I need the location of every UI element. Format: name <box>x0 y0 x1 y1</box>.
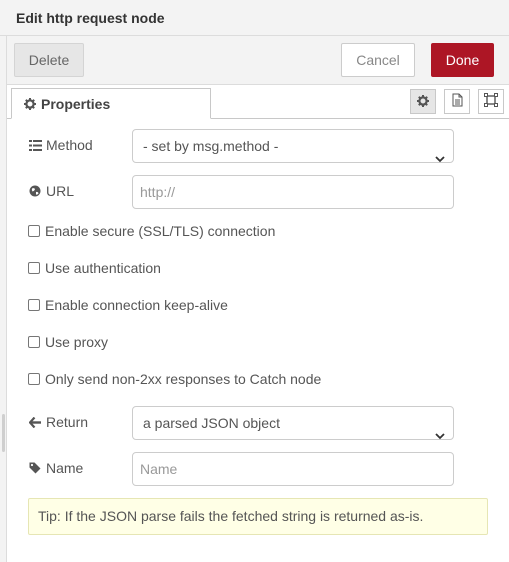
appearance-icon <box>484 93 498 110</box>
tray-header: Edit http request node <box>0 0 509 36</box>
proxy-checkbox-label: Use proxy <box>45 334 109 350</box>
tab-bar: Properties <box>7 85 509 119</box>
delete-button[interactable]: Delete <box>14 43 84 77</box>
chevron-down-icon <box>435 419 445 451</box>
method-select-value: - set by msg.method - <box>143 138 279 154</box>
resize-grip[interactable] <box>2 414 5 452</box>
globe-icon <box>28 185 42 197</box>
proxy-checkbox[interactable] <box>28 336 40 348</box>
tab-properties[interactable]: Properties <box>11 88 211 119</box>
return-select[interactable]: a parsed JSON object <box>132 406 454 440</box>
tip-box: Tip: If the JSON parse fails the fetched… <box>28 498 488 535</box>
ssl-checkbox-label: Enable secure (SSL/TLS) connection <box>45 223 276 239</box>
non2xx-checkbox[interactable] <box>28 373 40 385</box>
name-label: Name <box>46 460 84 476</box>
non2xx-checkbox-label: Only send non-2xx responses to Catch nod… <box>45 371 322 387</box>
checkbox-row-proxy[interactable]: Use proxy <box>28 334 108 350</box>
url-label: URL <box>46 183 75 199</box>
tab-properties-label: Properties <box>41 96 111 112</box>
keepalive-checkbox-label: Enable connection keep-alive <box>45 297 228 313</box>
auth-checkbox[interactable] <box>28 262 40 274</box>
method-select[interactable]: - set by msg.method - <box>132 129 454 163</box>
name-input-placeholder: Name <box>140 461 178 477</box>
checkbox-row-ssl[interactable]: Enable secure (SSL/TLS) connection <box>28 223 275 239</box>
url-input-placeholder: http:// <box>140 184 176 200</box>
cancel-button[interactable]: Cancel <box>341 43 415 77</box>
appearance-tab-button[interactable] <box>478 89 504 114</box>
tag-icon <box>28 462 42 474</box>
name-label-row: Name <box>28 460 83 476</box>
description-icon <box>452 93 463 110</box>
url-label-row: URL <box>28 183 74 199</box>
list-icon <box>28 139 42 151</box>
done-button[interactable]: Done <box>431 43 494 77</box>
method-label-row: Method <box>28 137 93 153</box>
url-input[interactable]: http:// <box>132 175 454 209</box>
method-label: Method <box>46 137 93 153</box>
tray-title: Edit http request node <box>16 10 165 26</box>
checkbox-row-non2xx[interactable]: Only send non-2xx responses to Catch nod… <box>28 371 321 387</box>
ssl-checkbox[interactable] <box>28 225 40 237</box>
name-input[interactable]: Name <box>132 452 454 486</box>
auth-checkbox-label: Use authentication <box>45 260 161 276</box>
tray-toolbar: Delete Cancel Done <box>7 36 509 85</box>
tray-resize-edge[interactable] <box>0 0 7 562</box>
cog-icon <box>417 94 429 110</box>
return-label: Return <box>46 414 89 430</box>
checkbox-row-keepalive[interactable]: Enable connection keep-alive <box>28 297 228 313</box>
description-tab-button[interactable] <box>444 89 470 114</box>
return-label-row: Return <box>28 414 88 430</box>
checkbox-row-auth[interactable]: Use authentication <box>28 260 161 276</box>
cog-icon <box>24 97 36 113</box>
arrow-left-icon <box>28 416 42 428</box>
keepalive-checkbox[interactable] <box>28 299 40 311</box>
edit-tray: Edit http request node Delete Cancel Don… <box>0 0 509 562</box>
return-select-value: a parsed JSON object <box>143 415 280 431</box>
chevron-down-icon <box>435 142 445 174</box>
settings-tab-button[interactable] <box>410 89 436 114</box>
